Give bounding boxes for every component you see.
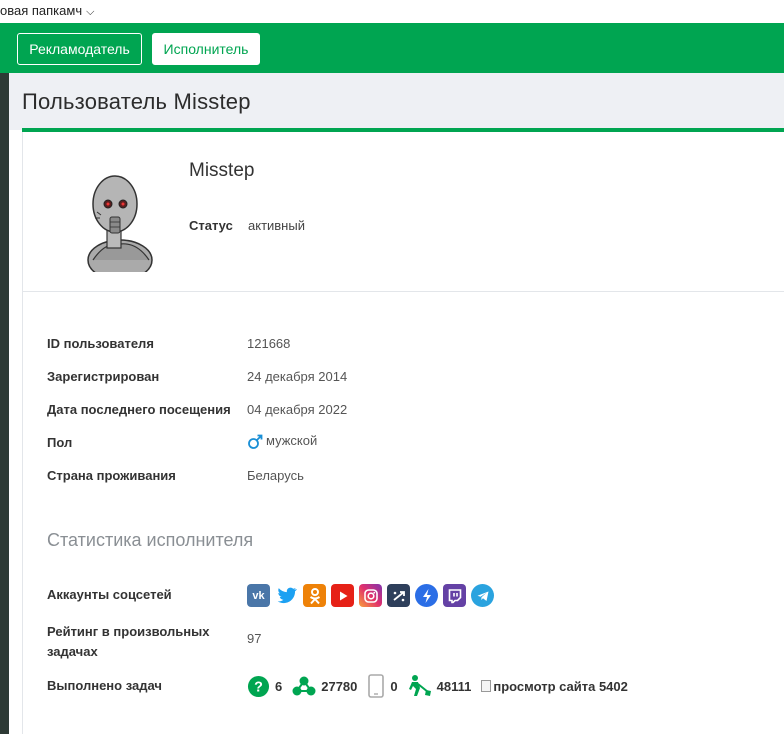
social-tasks: 27780 bbox=[292, 675, 357, 697]
status-label: Статус bbox=[189, 218, 233, 233]
gender-value: мужской bbox=[266, 433, 318, 448]
last-visit-label: Дата последнего посещения bbox=[47, 402, 231, 417]
registered-value: 24 декабря 2014 bbox=[247, 369, 348, 384]
rating-value: 97 bbox=[247, 631, 262, 646]
site-view-alt: просмотр сайта bbox=[493, 678, 596, 694]
youtube-icon[interactable] bbox=[331, 584, 354, 607]
svg-text:?: ? bbox=[254, 679, 263, 695]
work-tasks: 48111 bbox=[408, 674, 472, 698]
odnoklassniki-icon[interactable] bbox=[303, 584, 326, 607]
executor-button[interactable]: Исполнитель bbox=[152, 33, 260, 65]
advertiser-button[interactable]: Рекламодатель bbox=[17, 33, 142, 65]
user-id-value: 121668 bbox=[247, 336, 291, 351]
country-value: Беларусь bbox=[247, 468, 304, 483]
page-title: Пользователь Misstep bbox=[22, 89, 251, 114]
robot-avatar-icon bbox=[87, 175, 153, 272]
last-visit-value: 04 декабря 2022 bbox=[247, 402, 348, 417]
rating-label: Рейтинг в произвольных задачах bbox=[47, 624, 210, 659]
status-value: активный bbox=[248, 218, 305, 233]
bookmark-folder[interactable]: овая папкамч ⌵ bbox=[0, 3, 94, 19]
country-label: Страна проживания bbox=[47, 468, 176, 483]
instagram-icon[interactable] bbox=[359, 584, 382, 607]
questions-tasks: ? 6 bbox=[247, 675, 282, 698]
registered-label: Зарегистрирован bbox=[47, 369, 160, 384]
profile-card: Misstep Статус активный ID пользователя … bbox=[22, 132, 784, 734]
section-divider bbox=[23, 291, 784, 292]
executor-stats-title: Статистика исполнителя bbox=[47, 530, 254, 550]
social-accounts-list: vk bbox=[247, 584, 494, 608]
mobile-count: 0 bbox=[390, 678, 398, 694]
vk-icon[interactable]: vk bbox=[247, 584, 270, 607]
worker-shovel-icon bbox=[408, 675, 431, 696]
twitter-icon[interactable] bbox=[275, 584, 298, 607]
gender-value-row: мужской bbox=[247, 433, 317, 450]
gender-label: Пол bbox=[47, 435, 73, 450]
bookmark-folder-label: овая папкамч bbox=[0, 3, 83, 18]
twitch-icon[interactable] bbox=[443, 584, 466, 607]
left-sidebar-edge bbox=[0, 73, 9, 734]
ask-fm-icon[interactable] bbox=[415, 584, 438, 607]
site-view-tasks: просмотр сайта 5402 bbox=[481, 679, 628, 694]
questions-count: 6 bbox=[275, 678, 283, 694]
tasks-done-label: Выполнено задач bbox=[47, 678, 162, 693]
role-switch-bar: Рекламодатель Исполнитель bbox=[0, 23, 784, 73]
site-view-count: 5402 bbox=[598, 678, 628, 694]
mobile-phone-icon bbox=[368, 674, 385, 698]
mobile-tasks: 0 bbox=[367, 674, 398, 698]
telegram-icon[interactable] bbox=[471, 584, 494, 607]
social-network-icon bbox=[292, 676, 316, 696]
user-id-label: ID пользователя bbox=[47, 336, 154, 351]
tasks-done-list: ? 6 27780 0 48111 просмотр сайта 5402 bbox=[247, 674, 638, 698]
profile-name: Misstep bbox=[189, 160, 255, 181]
question-icon: ? bbox=[247, 675, 270, 697]
yandex-zen-icon[interactable] bbox=[387, 584, 410, 607]
social-accounts-label: Аккаунты соцсетей bbox=[47, 587, 172, 602]
chevron-down-icon: ⌵ bbox=[86, 6, 95, 18]
work-count: 48111 bbox=[436, 678, 472, 694]
social-count: 27780 bbox=[321, 678, 358, 694]
page-header: Пользователь Misstep bbox=[9, 73, 784, 130]
broken-image-icon bbox=[481, 680, 492, 692]
male-icon bbox=[248, 434, 263, 449]
bookmark-bar: овая папкамч ⌵ bbox=[0, 0, 784, 23]
